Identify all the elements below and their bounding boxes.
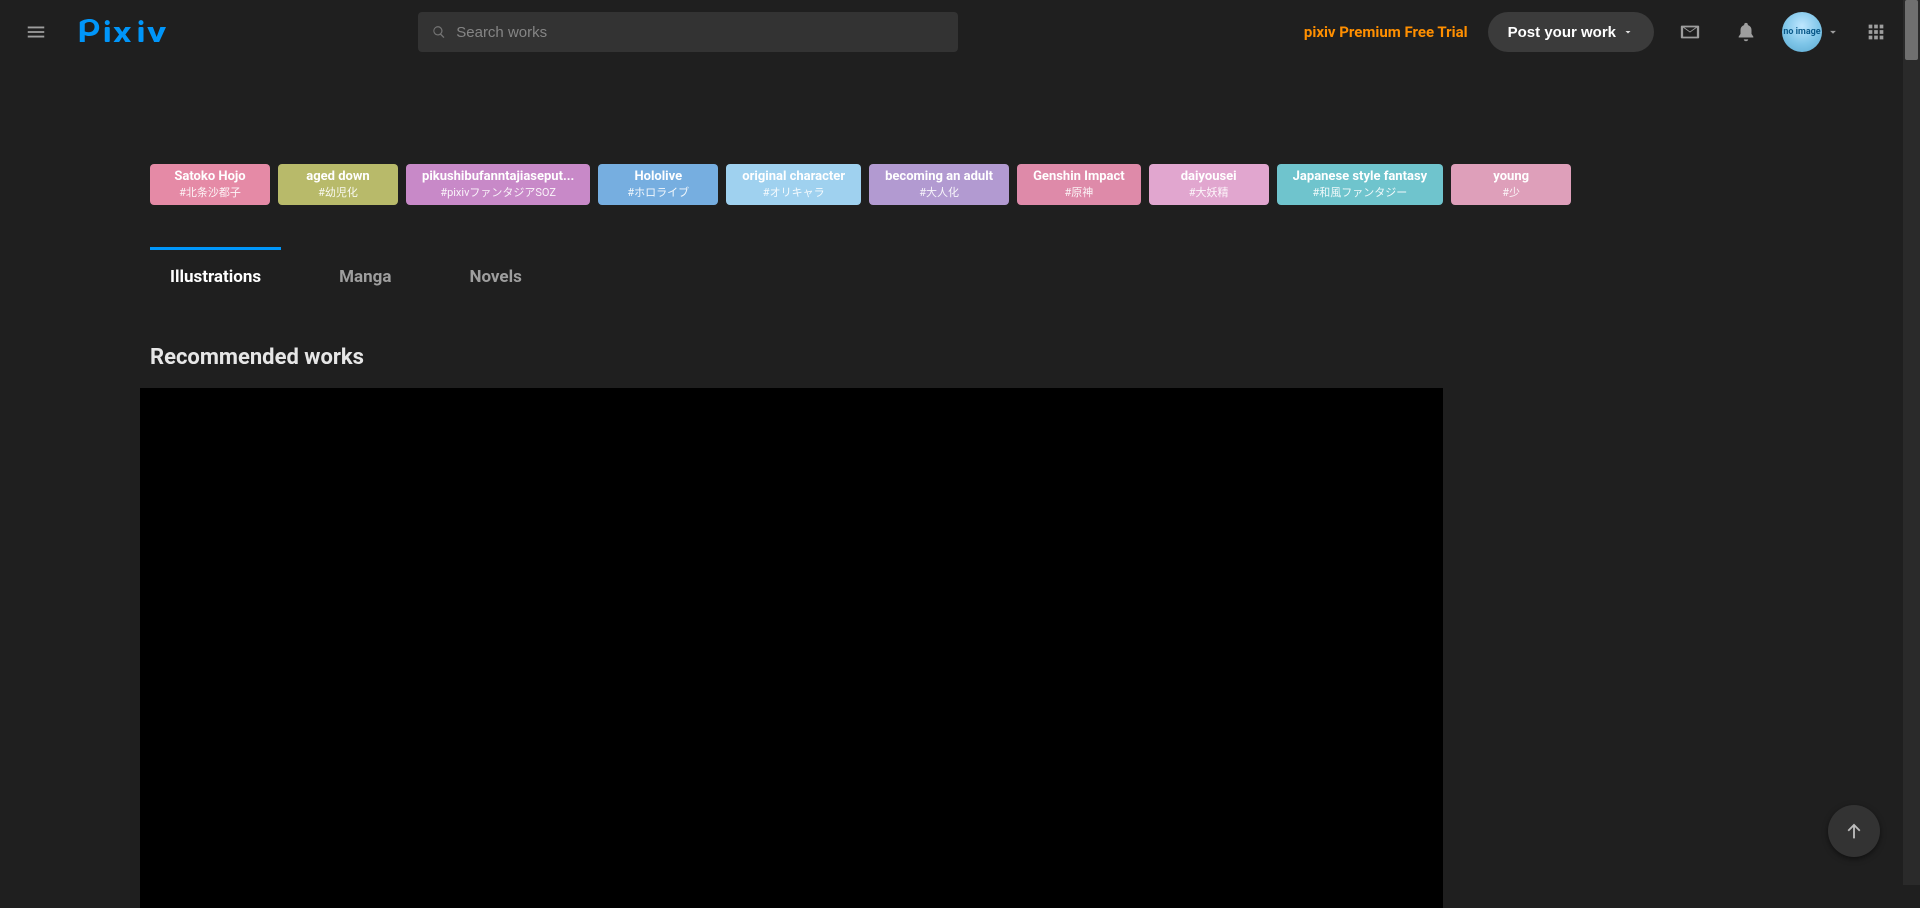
bell-icon — [1735, 21, 1757, 43]
search-field[interactable] — [418, 12, 958, 52]
pixiv-logo-icon — [76, 17, 182, 47]
banner-space — [0, 64, 1903, 164]
tab-manga[interactable]: Manga — [319, 249, 411, 301]
tag-chips-row[interactable]: Satoko Hojo #北条沙都子 aged down #幼児化 pikushibuf… — [0, 164, 1903, 205]
grid-icon — [1865, 21, 1887, 43]
tag-chip-sub: #北条沙都子 — [179, 186, 241, 199]
tag-chip-title: original character — [742, 170, 845, 184]
tag-chip-title: Japanese style fantasy — [1293, 170, 1428, 184]
tag-chip-title: Hololive — [634, 170, 682, 184]
tag-chip[interactable]: Genshin Impact #原神 — [1017, 164, 1141, 205]
tag-chip-sub: #幼児化 — [318, 186, 358, 199]
tag-chip-sub: #大人化 — [919, 186, 959, 199]
tag-chip-title: Satoko Hojo — [174, 170, 245, 184]
header: pixiv Premium Free Trial Post your work … — [0, 0, 1920, 64]
chevron-down-icon — [1622, 26, 1634, 38]
tag-chip[interactable]: young #少 — [1451, 164, 1571, 205]
tag-chip-sub: #原神 — [1064, 186, 1093, 199]
tag-chip[interactable]: original character #オリキャラ — [726, 164, 861, 205]
messages-button[interactable] — [1670, 12, 1710, 52]
tag-chip-sub: #オリキャラ — [763, 186, 825, 199]
menu-button[interactable] — [16, 12, 56, 52]
tag-chip-title: Genshin Impact — [1033, 170, 1125, 184]
apps-grid-button[interactable] — [1856, 12, 1896, 52]
tag-chip[interactable]: Hololive #ホロライブ — [598, 164, 718, 205]
search-icon — [432, 25, 446, 39]
tag-chip-sub: #和風ファンタジー — [1313, 186, 1408, 199]
tag-chip-sub: #ホロライブ — [627, 186, 689, 199]
premium-link[interactable]: pixiv Premium Free Trial — [1304, 23, 1468, 41]
tag-chip-title: pikushibufanntajiaseput... — [422, 170, 574, 184]
logo[interactable] — [76, 17, 182, 47]
tag-chip[interactable]: daiyousei #大妖精 — [1149, 164, 1269, 205]
content-tabs: Illustrations Manga Novels — [0, 249, 1903, 301]
tag-chip[interactable]: Satoko Hojo #北条沙都子 — [150, 164, 270, 205]
tab-illustrations[interactable]: Illustrations — [150, 249, 281, 301]
avatar: no image — [1782, 12, 1822, 52]
post-work-label: Post your work — [1508, 24, 1616, 41]
tag-chip[interactable]: Japanese style fantasy #和風ファンタジー — [1277, 164, 1444, 205]
tag-chip[interactable]: aged down #幼児化 — [278, 164, 398, 205]
tag-chip[interactable]: becoming an adult #大人化 — [869, 164, 1009, 205]
tag-chip-sub: #pixivファンタジアSOZ — [440, 186, 556, 199]
account-menu[interactable]: no image — [1782, 12, 1840, 52]
envelope-icon — [1679, 21, 1701, 43]
tag-chip[interactable]: pikushibufanntajiaseput... #pixivファンタジアSO… — [406, 164, 590, 205]
notifications-button[interactable] — [1726, 12, 1766, 52]
recommended-works-heading: Recommended works — [0, 345, 1903, 370]
back-to-top-button[interactable] — [1828, 805, 1880, 857]
arrow-up-icon — [1843, 820, 1865, 842]
tag-chip-sub: #大妖精 — [1189, 186, 1229, 199]
tag-chip-title: young — [1493, 170, 1529, 184]
tag-chip-sub: #少 — [1502, 186, 1520, 199]
page: Satoko Hojo #北条沙都子 aged down #幼児化 pikushibuf… — [0, 0, 1920, 908]
hamburger-icon — [25, 21, 47, 43]
recommended-works-area — [140, 388, 1443, 908]
tab-novels[interactable]: Novels — [449, 249, 541, 301]
tag-chip-title: daiyousei — [1181, 170, 1237, 184]
tag-chip-title: aged down — [306, 170, 369, 184]
search-input[interactable] — [456, 24, 944, 41]
post-work-button[interactable]: Post your work — [1488, 12, 1654, 52]
chevron-down-icon — [1826, 25, 1840, 39]
tag-chip-title: becoming an adult — [885, 170, 993, 184]
vertical-scrollbar[interactable] — [1903, 0, 1920, 885]
scrollbar-thumb[interactable] — [1905, 0, 1918, 60]
